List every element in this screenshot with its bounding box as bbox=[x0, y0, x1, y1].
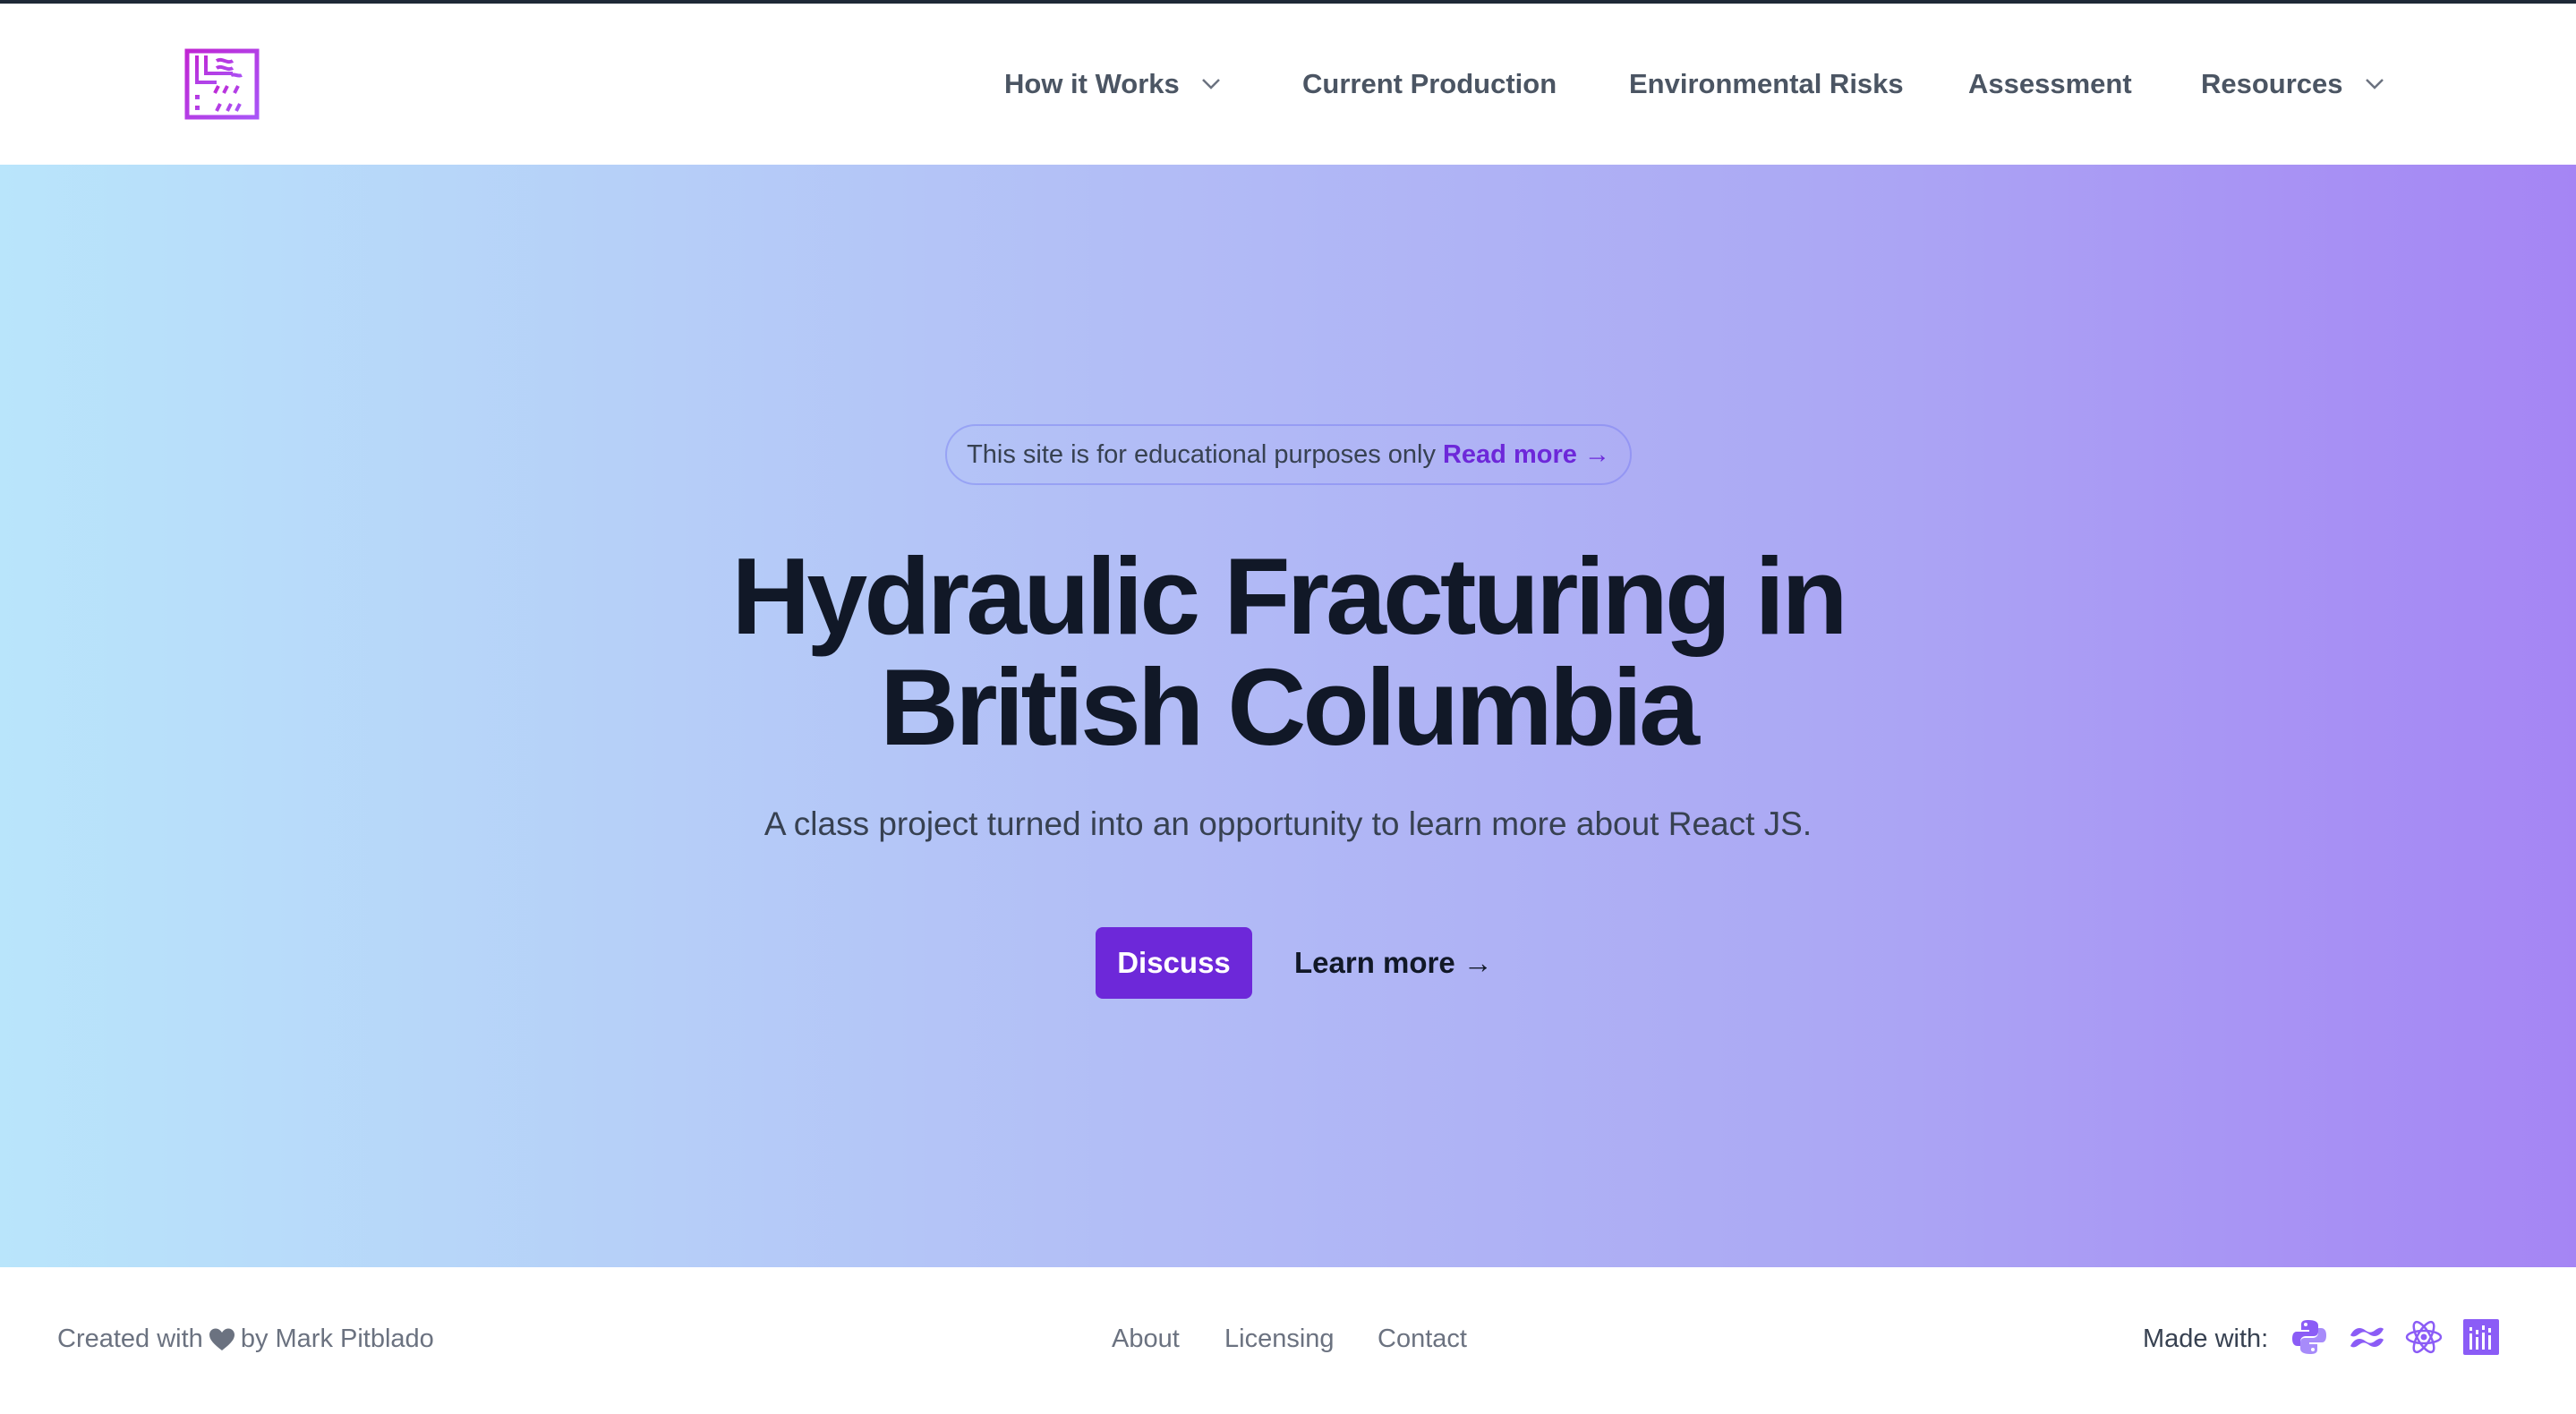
nav-assessment-label: Assessment bbox=[1968, 68, 2132, 99]
nav-assessment[interactable]: Assessment bbox=[1968, 4, 2132, 165]
discuss-button[interactable]: Discuss bbox=[1096, 927, 1252, 999]
nav-current-production-label: Current Production bbox=[1302, 68, 1557, 99]
made-with-label: Made with: bbox=[2143, 1325, 2269, 1353]
page-title: Hydraulic Fracturing in British Columbia bbox=[0, 541, 2576, 762]
logo-icon[interactable] bbox=[184, 48, 260, 120]
title-line-2: British Columbia bbox=[879, 646, 1700, 768]
heart-icon bbox=[209, 1328, 235, 1350]
nav-how-it-works-label: How it Works bbox=[1004, 68, 1180, 99]
tailwind-icon[interactable] bbox=[2347, 1317, 2386, 1357]
notice-text: This site is for educational purposes on… bbox=[967, 439, 1436, 469]
nav-resources-label: Resources bbox=[2201, 68, 2343, 99]
hero-section: This site is for educational purposes on… bbox=[0, 165, 2576, 1267]
site-footer: Created with by Mark Pitblado About Lice… bbox=[0, 1267, 2576, 1414]
credit: Created with by Mark Pitblado bbox=[57, 1325, 434, 1354]
footer-link-contact[interactable]: Contact bbox=[1378, 1325, 1467, 1354]
nav-resources[interactable]: Resources bbox=[2201, 4, 2384, 165]
site-header: How it Works Current Production Environm… bbox=[0, 4, 2576, 165]
hero-subtitle: A class project turned into an opportuni… bbox=[763, 805, 1813, 842]
credit-suffix: by Mark Pitblado bbox=[240, 1325, 434, 1353]
footer-link-licensing[interactable]: Licensing bbox=[1224, 1325, 1335, 1354]
nav-environmental-risks-label: Environmental Risks bbox=[1629, 68, 1904, 99]
footer-link-about[interactable]: About bbox=[1112, 1325, 1180, 1354]
read-more-link[interactable]: Read more → bbox=[1443, 440, 1610, 470]
nav-environmental-risks[interactable]: Environmental Risks bbox=[1629, 4, 1904, 165]
chevron-down-icon bbox=[2365, 79, 2384, 89]
chevron-down-icon bbox=[1201, 79, 1220, 89]
learn-more-link[interactable]: Learn more → bbox=[1294, 927, 1493, 999]
credit-prefix: Created with bbox=[57, 1325, 203, 1353]
chart-library-icon[interactable] bbox=[2461, 1317, 2501, 1357]
title-line-1: Hydraulic Fracturing in bbox=[731, 535, 1847, 657]
python-icon[interactable] bbox=[2290, 1317, 2329, 1357]
react-icon[interactable] bbox=[2404, 1317, 2444, 1357]
educational-notice: This site is for educational purposes on… bbox=[945, 424, 1632, 485]
nav-how-it-works[interactable]: How it Works bbox=[1004, 4, 1221, 165]
nav-current-production[interactable]: Current Production bbox=[1302, 4, 1557, 165]
